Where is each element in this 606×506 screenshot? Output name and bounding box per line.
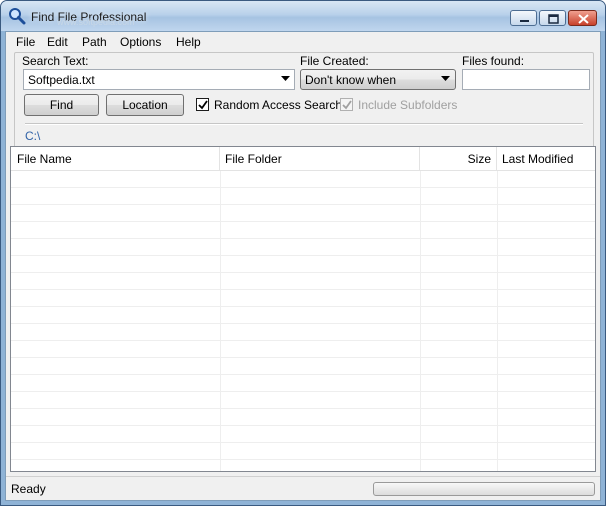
- close-button[interactable]: [568, 10, 597, 26]
- table-row: [11, 324, 595, 341]
- table-row: [11, 290, 595, 307]
- menu-options[interactable]: Options: [116, 34, 165, 50]
- column-last-modified[interactable]: Last Modified: [497, 147, 595, 171]
- table-row: [11, 358, 595, 375]
- progress-bar: [373, 482, 595, 496]
- client-area: File Edit Path Options Help Search Text:…: [5, 31, 601, 501]
- close-icon: [578, 14, 589, 24]
- table-row: [11, 460, 595, 471]
- status-text: Ready: [11, 482, 46, 496]
- table-row: [11, 426, 595, 443]
- results-list[interactable]: File Name File Folder Size Last Modified: [10, 146, 596, 472]
- menu-path[interactable]: Path: [78, 34, 111, 50]
- results-body[interactable]: [11, 171, 595, 471]
- status-bar: Ready: [6, 476, 600, 500]
- maximize-button[interactable]: [539, 10, 566, 26]
- menu-bar: File Edit Path Options Help: [6, 32, 600, 52]
- table-row: [11, 273, 595, 290]
- random-access-label[interactable]: Random Access Search: [214, 98, 342, 112]
- table-row: [11, 239, 595, 256]
- maximize-icon: [548, 14, 559, 24]
- files-found-label: Files found:: [462, 54, 525, 68]
- file-created-label: File Created:: [300, 54, 369, 68]
- table-row: [11, 375, 595, 392]
- watermark: www.softpedia.com: [57, 17, 135, 27]
- minimize-button[interactable]: [510, 10, 537, 26]
- include-subfolders-checkbox: [340, 98, 353, 111]
- search-text-label: Search Text:: [22, 54, 89, 68]
- files-found-field: [462, 69, 590, 90]
- table-row: [11, 392, 595, 409]
- file-created-select[interactable]: Don't know when: [300, 69, 456, 90]
- search-text-combo[interactable]: Softpedia.txt: [23, 69, 295, 90]
- menu-help[interactable]: Help: [172, 34, 205, 50]
- search-text-value: Softpedia.txt: [28, 73, 95, 87]
- menu-edit[interactable]: Edit: [43, 34, 72, 50]
- table-row: [11, 171, 595, 188]
- table-row: [11, 443, 595, 460]
- table-row: [11, 307, 595, 324]
- random-access-checkbox[interactable]: [196, 98, 209, 111]
- divider: [25, 123, 583, 125]
- current-path: C:\: [25, 129, 41, 143]
- check-icon: [342, 100, 352, 110]
- file-created-value: Don't know when: [305, 73, 397, 87]
- chevron-down-icon[interactable]: [281, 76, 290, 82]
- location-button[interactable]: Location: [106, 94, 184, 116]
- check-icon: [198, 100, 208, 110]
- table-row: [11, 256, 595, 273]
- table-row: [11, 205, 595, 222]
- table-row: [11, 409, 595, 426]
- table-row: [11, 341, 595, 358]
- column-file-name[interactable]: File Name: [11, 147, 220, 171]
- results-header: File Name File Folder Size Last Modified: [11, 147, 595, 171]
- minimize-icon: [520, 20, 529, 22]
- chevron-down-icon: [441, 76, 450, 81]
- column-size[interactable]: Size: [420, 147, 497, 171]
- column-file-folder[interactable]: File Folder: [220, 147, 420, 171]
- magnifier-icon: [9, 8, 26, 25]
- include-subfolders-label: Include Subfolders: [358, 98, 458, 112]
- table-row: [11, 188, 595, 205]
- app-window: Find File Professional www.softpedia.com…: [0, 0, 606, 506]
- table-row: [11, 222, 595, 239]
- title-bar[interactable]: Find File Professional www.softpedia.com: [1, 1, 605, 31]
- find-button[interactable]: Find: [24, 94, 99, 116]
- menu-file[interactable]: File: [12, 34, 39, 50]
